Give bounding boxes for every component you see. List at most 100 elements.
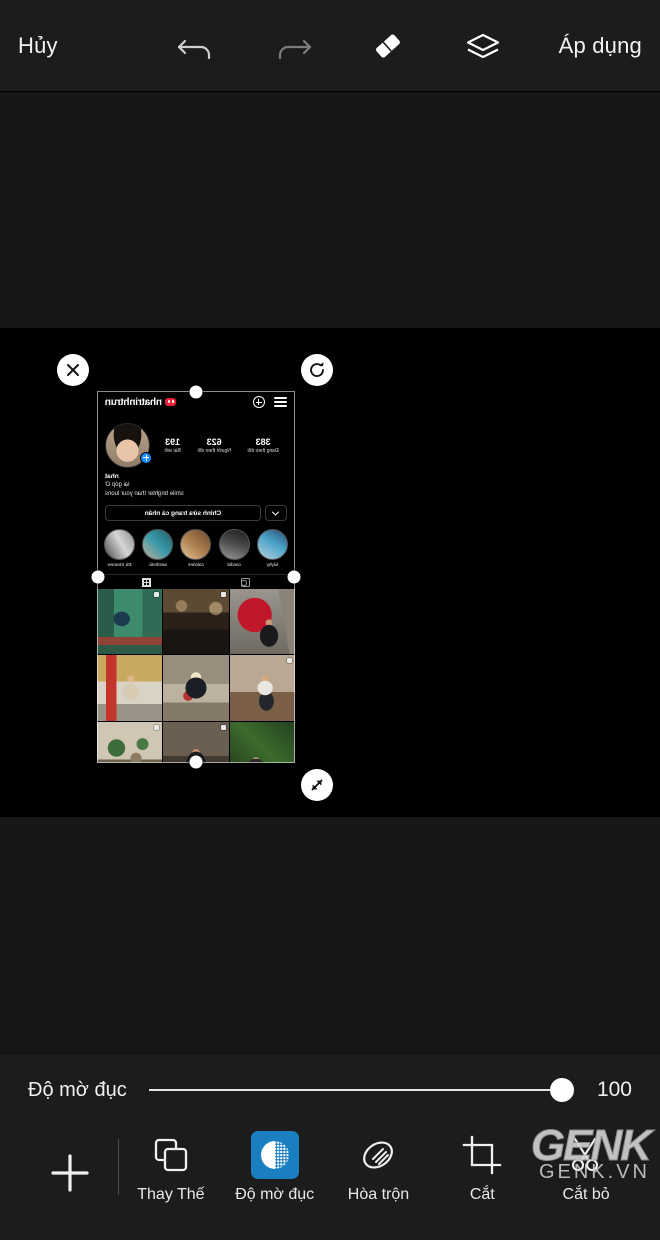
tool-cutout[interactable]: Cắt bỏ [534, 1131, 638, 1204]
highlight-cover [180, 529, 212, 560]
multi-photo-icon [154, 724, 160, 730]
blend-icon [356, 1131, 400, 1179]
grid-item [97, 721, 163, 763]
ig-bio-line1: lại góp Ơ [105, 482, 130, 488]
grid-item [97, 589, 163, 655]
tool-crop[interactable]: Cắt [430, 1131, 534, 1204]
tool-label: Độ mờ đục [235, 1186, 315, 1203]
ig-stat: 193 Bài viết [164, 437, 180, 455]
active-tool-background [250, 1131, 299, 1179]
highlight-label: candid [227, 562, 242, 567]
ig-bio-name: nhat [105, 473, 119, 480]
tool-label: Cắt bỏ [562, 1186, 610, 1203]
ig-stat-label: Bài viết [164, 447, 181, 454]
bottom-panel: Độ mờ đục 100 Thay Thế Độ mờ đục Hòa trộ… [0, 1055, 660, 1240]
ig-stats-row: 383 Đang theo dõi 623 Người theo dõi 193… [97, 413, 295, 470]
ig-stat-label: Người theo dõi [197, 447, 231, 454]
tool-label: Cắt [469, 1186, 495, 1203]
chevron-down-icon [265, 505, 287, 521]
close-layer-button[interactable] [57, 354, 89, 386]
opacity-slider-row: Độ mờ đục 100 [0, 1055, 660, 1125]
ig-highlights: lulyby candid calories aesthetic Đà Stra… [97, 521, 295, 570]
grid-item [229, 589, 295, 655]
multi-photo-icon [220, 592, 226, 597]
highlight-cover [142, 529, 174, 560]
top-icon-group [170, 0, 510, 92]
ig-tabs [97, 574, 295, 589]
hamburger-icon [274, 394, 287, 409]
grid-item [229, 721, 295, 763]
list-item: aesthetic [142, 529, 174, 568]
grid-item [163, 589, 229, 655]
multi-photo-icon [220, 724, 226, 730]
close-x-icon [67, 364, 79, 376]
ig-username-group: nhatrinhtrun [105, 396, 177, 408]
ig-username: nhatrinhtrun [105, 396, 163, 408]
rotate-layer-button[interactable] [301, 354, 333, 386]
add-story-icon [140, 452, 152, 464]
opacity-icon [260, 1141, 289, 1169]
plus-icon [47, 1149, 93, 1197]
grid-item [229, 655, 295, 721]
layers-icon[interactable] [456, 19, 510, 73]
avatar [105, 423, 152, 468]
tool-blend[interactable]: Hòa trộn [327, 1131, 431, 1204]
tool-opacity[interactable]: Độ mờ đục [223, 1131, 327, 1204]
redo-icon[interactable] [265, 19, 319, 73]
tool-replace[interactable]: Thay Thế [119, 1131, 223, 1204]
grid-item [163, 721, 229, 763]
ig-stat: 383 Đang theo dõi [248, 437, 279, 455]
rotate-icon [310, 362, 324, 377]
multi-photo-icon [287, 658, 292, 664]
grid-item [163, 655, 229, 721]
editor-canvas[interactable]: nhatrinhtrun 383 Đang theo dõi 623 Người… [0, 328, 660, 817]
opacity-slider-label: Độ mờ đục [28, 1078, 127, 1101]
ig-stat-value: 193 [165, 436, 181, 447]
instagram-logo-icon [165, 398, 177, 406]
highlight-label: Đà Stranew [107, 562, 132, 567]
resize-layer-button[interactable] [301, 769, 333, 801]
highlight-label: aesthetic [148, 562, 167, 567]
tab-grid [97, 575, 196, 589]
photo-editor-app: Hủy Áp dụng nhatrinhtrun 383 Đang theo d… [0, 0, 660, 1240]
highlight-cover [257, 529, 288, 560]
ig-bio-line2: smile brighter than your luons [105, 490, 184, 497]
ig-bio: nhat lại góp Ơ smile brighter than your … [97, 470, 295, 498]
tagged-photos-icon [241, 577, 250, 587]
eraser-icon[interactable] [361, 19, 415, 73]
opacity-value: 100 [596, 1078, 632, 1101]
add-layer-button[interactable] [22, 1131, 118, 1197]
highlight-label: calories [188, 562, 204, 567]
tool-label: Thay Thế [137, 1186, 205, 1203]
ig-header: nhatrinhtrun [97, 391, 295, 413]
ig-edit-profile-button: Chỉnh sửa trang cá nhân [105, 505, 261, 521]
grid-icon [142, 577, 151, 587]
opacity-slider[interactable] [148, 1078, 574, 1102]
undo-icon[interactable] [170, 19, 224, 73]
crop-icon [460, 1131, 504, 1179]
replace-layers-icon [149, 1131, 193, 1179]
ig-edit-row: Chỉnh sửa trang cá nhân [97, 498, 295, 521]
plus-circle-icon [253, 396, 265, 408]
tab-tagged [196, 575, 295, 589]
apply-button[interactable]: Áp dụng [559, 33, 642, 59]
list-item: calories [180, 529, 212, 568]
list-item: candid [218, 529, 250, 568]
list-item: Đà Stranew [104, 529, 135, 568]
tool-label: Hòa trộn [347, 1186, 410, 1203]
pasted-image-layer[interactable]: nhatrinhtrun 383 Đang theo dõi 623 Người… [97, 391, 295, 763]
ig-stat-value: 383 [255, 436, 271, 447]
highlight-label: lulyby [266, 562, 279, 567]
ig-stat-label: Đang theo dõi [247, 447, 279, 454]
ig-stat: 623 Người theo dõi [198, 437, 231, 455]
multi-photo-icon [154, 592, 160, 597]
top-toolbar: Hủy Áp dụng [0, 0, 660, 92]
cancel-button[interactable]: Hủy [18, 33, 58, 59]
tool-bar: Thay Thế Độ mờ đục Hòa trộn Cắt Cắt bỏ [0, 1125, 660, 1235]
ig-stat-value: 623 [206, 436, 222, 447]
highlight-cover [104, 529, 135, 560]
ig-photo-grid [97, 589, 295, 763]
resize-diagonal-icon [311, 779, 323, 791]
slider-knob[interactable] [550, 1078, 574, 1102]
opacity-tool-icon-wrap [250, 1131, 299, 1179]
